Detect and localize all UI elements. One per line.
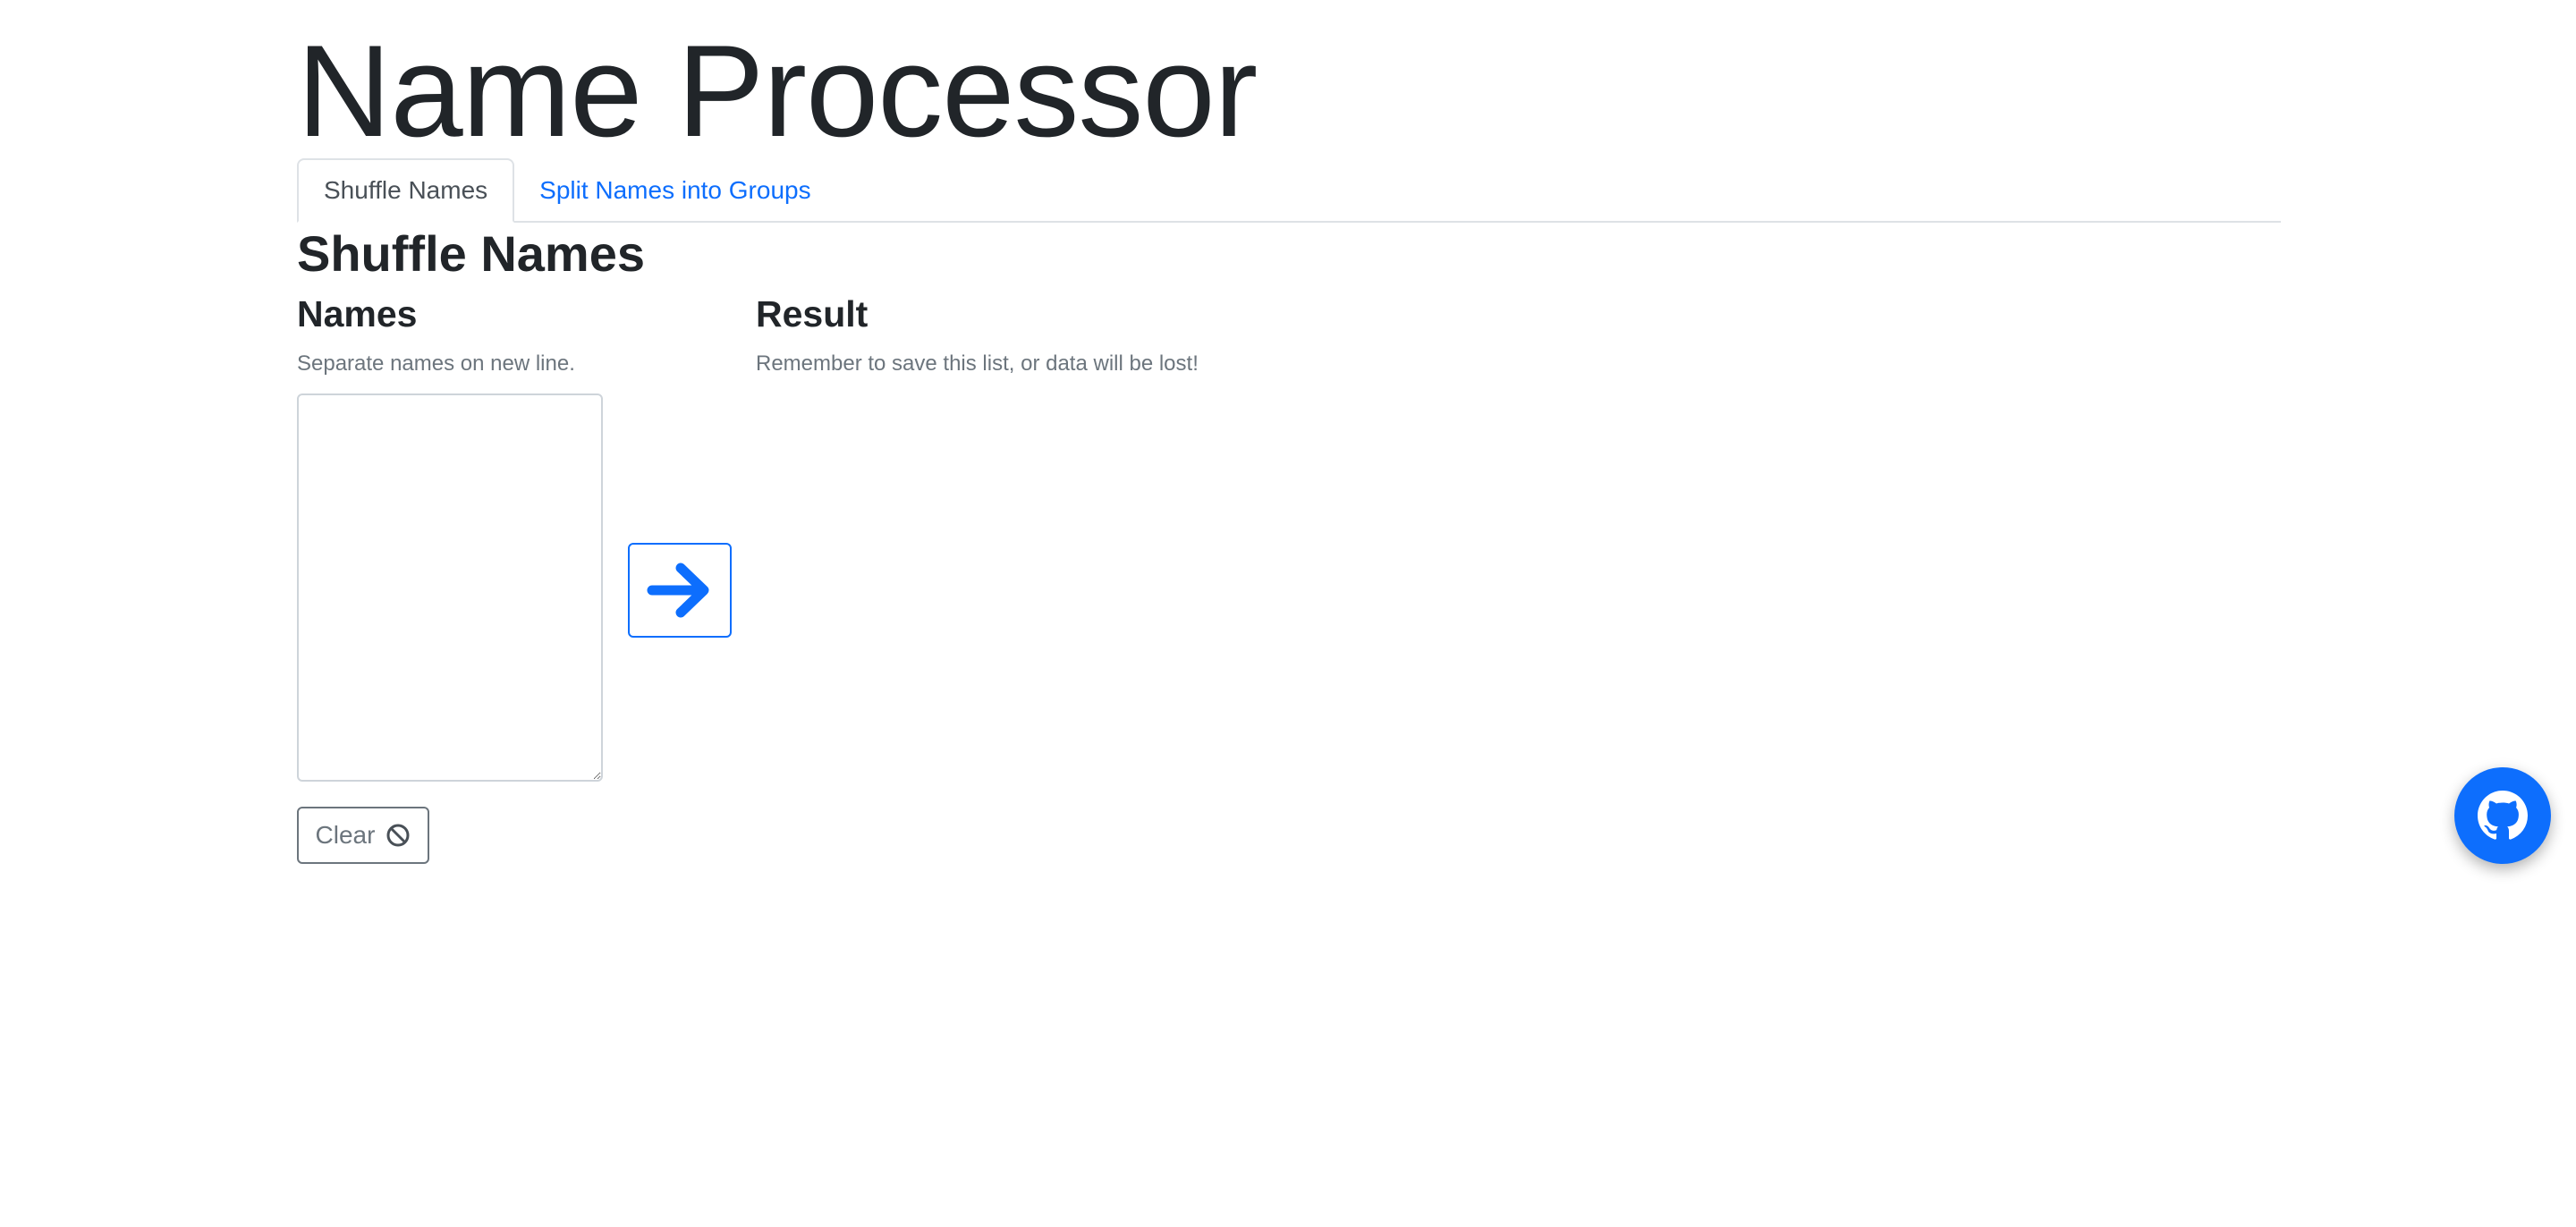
result-heading: Result [756, 293, 869, 334]
ban-icon [386, 823, 411, 848]
clear-button[interactable]: Clear [297, 807, 429, 864]
github-icon [2478, 791, 2528, 841]
tab-bar: Shuffle Names Split Names into Groups [297, 158, 2281, 223]
page: Name Processor Shuffle Names Split Names… [0, 0, 2576, 1227]
names-help-text: Separate names on new line. [297, 351, 575, 376]
github-link-button[interactable] [2454, 767, 2551, 864]
section-title: Shuffle Names [297, 225, 645, 282]
names-heading: Names [297, 293, 418, 334]
clear-button-label: Clear [315, 821, 376, 849]
names-textarea[interactable] [297, 393, 603, 782]
tab-split-names-into-groups[interactable]: Split Names into Groups [514, 160, 835, 221]
process-button[interactable] [628, 543, 732, 638]
result-help-text: Remember to save this list, or data will… [756, 351, 1199, 376]
tab-shuffle-names[interactable]: Shuffle Names [297, 158, 515, 223]
arrow-right-icon [645, 559, 715, 622]
app-title: Name Processor [297, 18, 1258, 164]
